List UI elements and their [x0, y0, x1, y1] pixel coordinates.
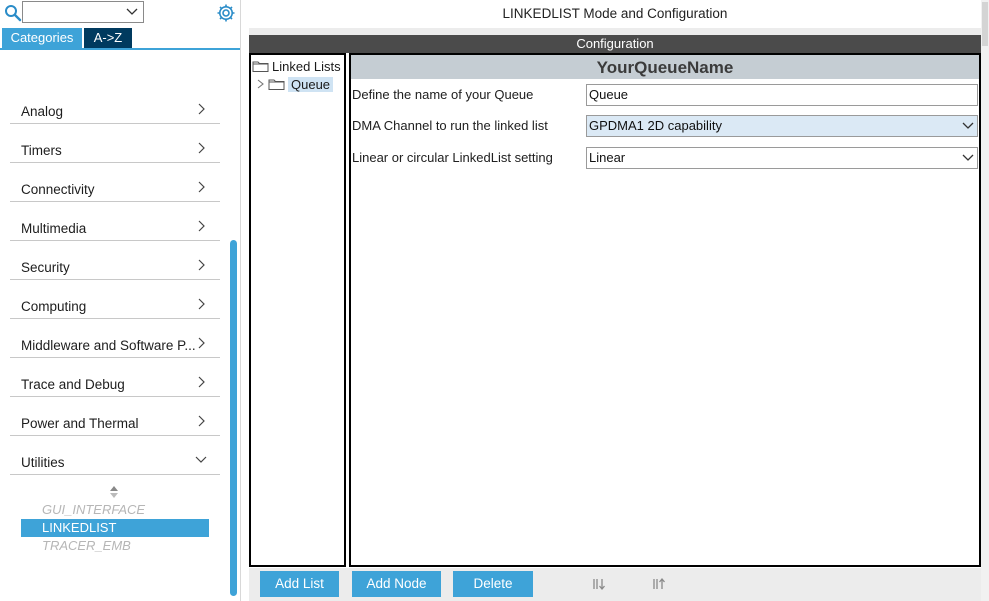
- move-down-icon[interactable]: [592, 577, 606, 591]
- add-node-button[interactable]: Add Node: [352, 571, 441, 597]
- category-label: Utilities: [21, 455, 65, 470]
- expand-arrow-icon[interactable]: [256, 78, 265, 90]
- chevron-right-icon: [198, 181, 205, 193]
- category-label: Connectivity: [21, 182, 95, 197]
- tree-item-label: Queue: [288, 77, 334, 92]
- param-label: DMA Channel to run the linked list: [352, 118, 548, 133]
- chevron-right-icon: [198, 103, 205, 115]
- configuration-bar: Configuration: [249, 35, 981, 53]
- linked-list-tree: Linked Lists Queue: [249, 53, 346, 567]
- search-input[interactable]: [22, 1, 144, 23]
- category-timers[interactable]: Timers: [10, 124, 220, 163]
- panel-title: YourQueueName: [351, 55, 979, 79]
- tab-a-to-z[interactable]: A->Z: [84, 28, 132, 48]
- sort-icon[interactable]: [109, 485, 119, 499]
- gear-icon[interactable]: [216, 3, 236, 23]
- add-list-button[interactable]: Add List: [260, 571, 339, 597]
- folder-icon: [268, 79, 285, 90]
- linear-circular-select[interactable]: Linear: [586, 147, 978, 169]
- header-separator: [249, 28, 981, 35]
- chevron-right-icon: [198, 220, 205, 232]
- list-item-tracer-emb[interactable]: TRACER_EMB: [21, 537, 209, 555]
- parameter-panel: YourQueueName Define the name of your Qu…: [349, 53, 981, 567]
- category-label: Computing: [21, 299, 87, 314]
- linear-circular-value: Linear: [589, 150, 626, 165]
- chevron-right-icon: [198, 376, 205, 388]
- category-multimedia[interactable]: Multimedia: [10, 202, 220, 241]
- category-label: Middleware and Software P...: [21, 338, 196, 353]
- category-label: Multimedia: [21, 221, 87, 236]
- folder-icon: [252, 61, 269, 72]
- param-label: Linear or circular LinkedList setting: [352, 150, 553, 165]
- category-power-and-thermal[interactable]: Power and Thermal: [10, 397, 220, 436]
- dma-channel-value: GPDMA1 2D capability: [589, 118, 722, 133]
- category-label: Timers: [21, 143, 62, 158]
- param-label: Define the name of your Queue: [352, 87, 534, 102]
- search-icon[interactable]: [4, 4, 22, 22]
- header: LINKEDLIST Mode and Configuration: [249, 0, 981, 28]
- category-middleware[interactable]: Middleware and Software P...: [10, 319, 220, 358]
- category-connectivity[interactable]: Connectivity: [10, 163, 220, 202]
- chevron-down-icon[interactable]: [125, 6, 139, 18]
- left-panel: WWDG Categories A->Z Analog Timers Conne…: [0, 0, 241, 601]
- dma-channel-select[interactable]: GPDMA1 2D capability: [586, 115, 978, 137]
- chevron-right-icon: [198, 415, 205, 427]
- chevron-down-icon[interactable]: [962, 121, 974, 131]
- chevron-right-icon: [198, 337, 205, 349]
- param-row-linear-circular: Linear or circular LinkedList setting Li…: [351, 147, 979, 169]
- list-item-gui-interface[interactable]: GUI_INTERFACE: [21, 501, 209, 519]
- category-label: Trace and Debug: [21, 377, 125, 392]
- param-row-queue-name: Define the name of your Queue Queue: [351, 84, 979, 106]
- chevron-down-icon: [195, 456, 207, 463]
- category-label: Analog: [21, 104, 64, 119]
- list-item-linkedlist[interactable]: LINKEDLIST: [21, 519, 209, 537]
- sidebar-scrollbar-thumb[interactable]: [230, 240, 237, 596]
- main-scrollbar-thumb[interactable]: [982, 2, 988, 46]
- chevron-down-icon[interactable]: [962, 153, 974, 163]
- category-analog[interactable]: Analog: [10, 85, 220, 124]
- tab-categories[interactable]: Categories: [2, 28, 82, 48]
- category-utilities[interactable]: Utilities: [10, 436, 220, 475]
- param-row-dma-channel: DMA Channel to run the linked list GPDMA…: [351, 115, 979, 137]
- queue-name-field[interactable]: Queue: [586, 84, 978, 106]
- tree-root[interactable]: Linked Lists: [252, 58, 341, 75]
- tree-item-queue[interactable]: Queue: [256, 76, 334, 93]
- delete-button[interactable]: Delete: [453, 571, 533, 597]
- tree-root-label: Linked Lists: [272, 59, 341, 74]
- chevron-right-icon: [198, 298, 205, 310]
- category-label: Security: [21, 260, 70, 275]
- main-scrollbar[interactable]: [981, 0, 989, 601]
- page-title: LINKEDLIST Mode and Configuration: [502, 6, 728, 21]
- category-trace-and-debug[interactable]: Trace and Debug: [10, 358, 220, 397]
- chevron-right-icon: [198, 259, 205, 271]
- chevron-right-icon: [198, 142, 205, 154]
- tab-underline: [0, 48, 240, 50]
- category-security[interactable]: Security: [10, 241, 220, 280]
- category-computing[interactable]: Computing: [10, 280, 220, 319]
- category-label: Power and Thermal: [21, 416, 139, 431]
- move-up-icon[interactable]: [652, 577, 666, 591]
